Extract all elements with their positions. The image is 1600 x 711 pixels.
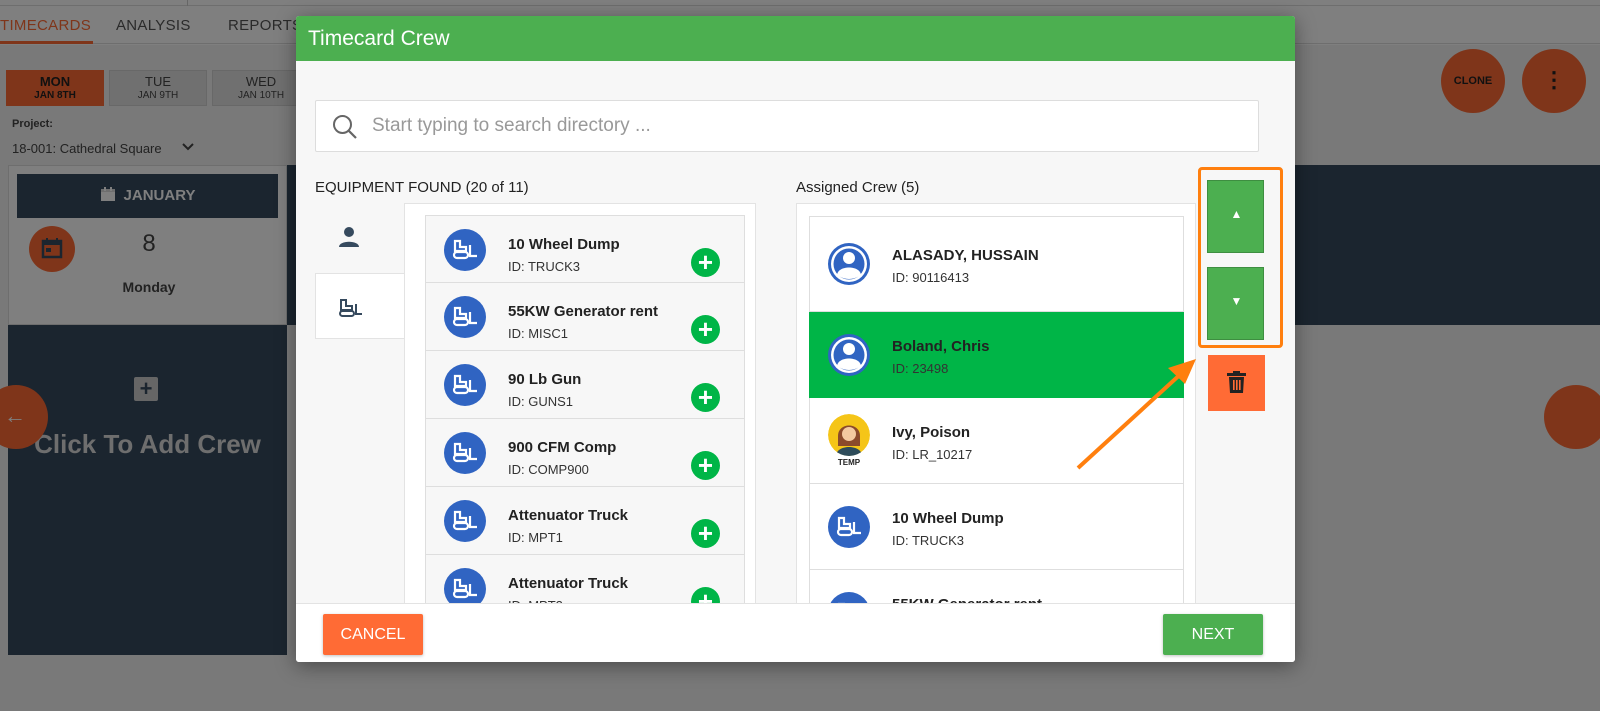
- add-equipment-button[interactable]: +: [691, 315, 720, 344]
- bulldozer-icon: [452, 578, 477, 599]
- bulldozer-icon: [339, 299, 362, 317]
- tab-people[interactable]: [315, 203, 405, 269]
- person-avatar: [828, 334, 870, 376]
- equipment-icon: [444, 364, 486, 406]
- highlight-box: [1198, 167, 1283, 348]
- equipment-id: ID: GUNS1: [508, 394, 574, 409]
- add-equipment-button[interactable]: +: [691, 383, 720, 412]
- equipment-id: ID: TRUCK3: [508, 259, 580, 274]
- add-equipment-button[interactable]: +: [691, 248, 720, 277]
- equipment-list-item[interactable]: 55KW Generator rent ID: MISC1 +: [425, 283, 745, 351]
- equipment-name: 90 Lb Gun: [508, 371, 582, 388]
- assigned-crew-list: ALASADY, HUSSAIN ID: 90116413 Boland, Chri…: [809, 216, 1184, 622]
- equipment-icon: [828, 506, 870, 548]
- crew-name: 10 Wheel Dump: [892, 510, 1004, 527]
- person-avatar: [828, 243, 870, 285]
- crew-name: ALASADY, HUSSAIN: [892, 247, 1039, 264]
- equipment-id: ID: MISC1: [508, 326, 568, 341]
- bulldozer-icon: [452, 442, 477, 463]
- assigned-crew-panel[interactable]: ALASADY, HUSSAIN ID: 90116413 Boland, Chri…: [796, 203, 1196, 623]
- assigned-crew-item[interactable]: 10 Wheel Dump ID: TRUCK3: [809, 484, 1184, 570]
- equipment-found-title: EQUIPMENT FOUND (20 of 11): [315, 179, 529, 196]
- assigned-crew-title: Assigned Crew (5): [796, 179, 920, 196]
- equipment-list-panel[interactable]: 10 Wheel Dump ID: TRUCK3 +55KW Generator r…: [404, 203, 756, 623]
- person-icon: [339, 227, 359, 247]
- bulldozer-icon: [836, 516, 861, 537]
- crew-id: ID: LR_10217: [892, 447, 973, 462]
- bulldozer-icon: [452, 239, 477, 260]
- equipment-name: Attenuator Truck: [508, 507, 629, 524]
- equipment-list-item[interactable]: 900 CFM Comp ID: COMP900 +: [425, 419, 745, 487]
- crew-name: Ivy, Poison: [892, 424, 971, 441]
- add-equipment-button[interactable]: +: [691, 519, 720, 548]
- equipment-name: Attenuator Truck: [508, 575, 629, 592]
- bulldozer-icon: [452, 306, 477, 327]
- temp-worker-avatar: [828, 414, 870, 456]
- temp-worker-avatar-icon: [828, 414, 870, 456]
- search-input[interactable]: [372, 111, 1232, 141]
- crew-id: ID: 90116413: [892, 270, 970, 285]
- equipment-list-item[interactable]: 10 Wheel Dump ID: TRUCK3 +: [425, 215, 745, 283]
- equipment-id: ID: COMP900: [508, 462, 589, 477]
- equipment-list-item[interactable]: Attenuator Truck ID: MPT1 +: [425, 487, 745, 555]
- equipment-name: 55KW Generator rent: [508, 303, 659, 320]
- equipment-name: 10 Wheel Dump: [508, 236, 620, 253]
- equipment-list-item[interactable]: 90 Lb Gun ID: GUNS1 +: [425, 351, 745, 419]
- temp-badge: TEMP: [837, 458, 861, 467]
- equipment-name: 900 CFM Comp: [508, 439, 617, 456]
- next-button[interactable]: NEXT: [1163, 614, 1263, 655]
- assigned-crew-item[interactable]: Boland, Chris ID: 23498: [809, 312, 1184, 398]
- bulldozer-icon: [452, 510, 477, 531]
- search-box[interactable]: [315, 100, 1259, 152]
- dialog-title: Timecard Crew: [296, 16, 1295, 61]
- person-avatar-icon: [831, 337, 867, 373]
- equipment-icon: [444, 500, 486, 542]
- delete-button[interactable]: [1208, 355, 1265, 411]
- dialog-footer: CANCEL NEXT: [296, 603, 1295, 662]
- crew-id: ID: TRUCK3: [892, 533, 964, 548]
- bulldozer-icon: [452, 374, 477, 395]
- tab-equipment[interactable]: [315, 273, 405, 339]
- equipment-icon: [444, 229, 486, 271]
- trash-icon: [1227, 371, 1246, 393]
- equipment-list: 10 Wheel Dump ID: TRUCK3 +55KW Generator r…: [425, 215, 745, 622]
- equipment-icon: [444, 432, 486, 474]
- person-avatar-icon: [831, 246, 867, 282]
- type-tabs: [315, 203, 405, 623]
- cancel-button[interactable]: CANCEL: [323, 614, 423, 655]
- crew-name: Boland, Chris: [892, 338, 990, 355]
- assigned-crew-item[interactable]: TEMP Ivy, Poison ID: LR_10217: [809, 398, 1184, 484]
- crew-id: ID: 23498: [892, 361, 949, 376]
- timecard-crew-dialog: Timecard Crew EQUIPMENT FOUND (20 of 11)…: [296, 16, 1295, 662]
- equipment-id: ID: MPT1: [508, 530, 563, 545]
- add-equipment-button[interactable]: +: [691, 451, 720, 480]
- search-icon: [333, 115, 357, 139]
- equipment-icon: [444, 296, 486, 338]
- assigned-crew-item[interactable]: ALASADY, HUSSAIN ID: 90116413: [809, 216, 1184, 312]
